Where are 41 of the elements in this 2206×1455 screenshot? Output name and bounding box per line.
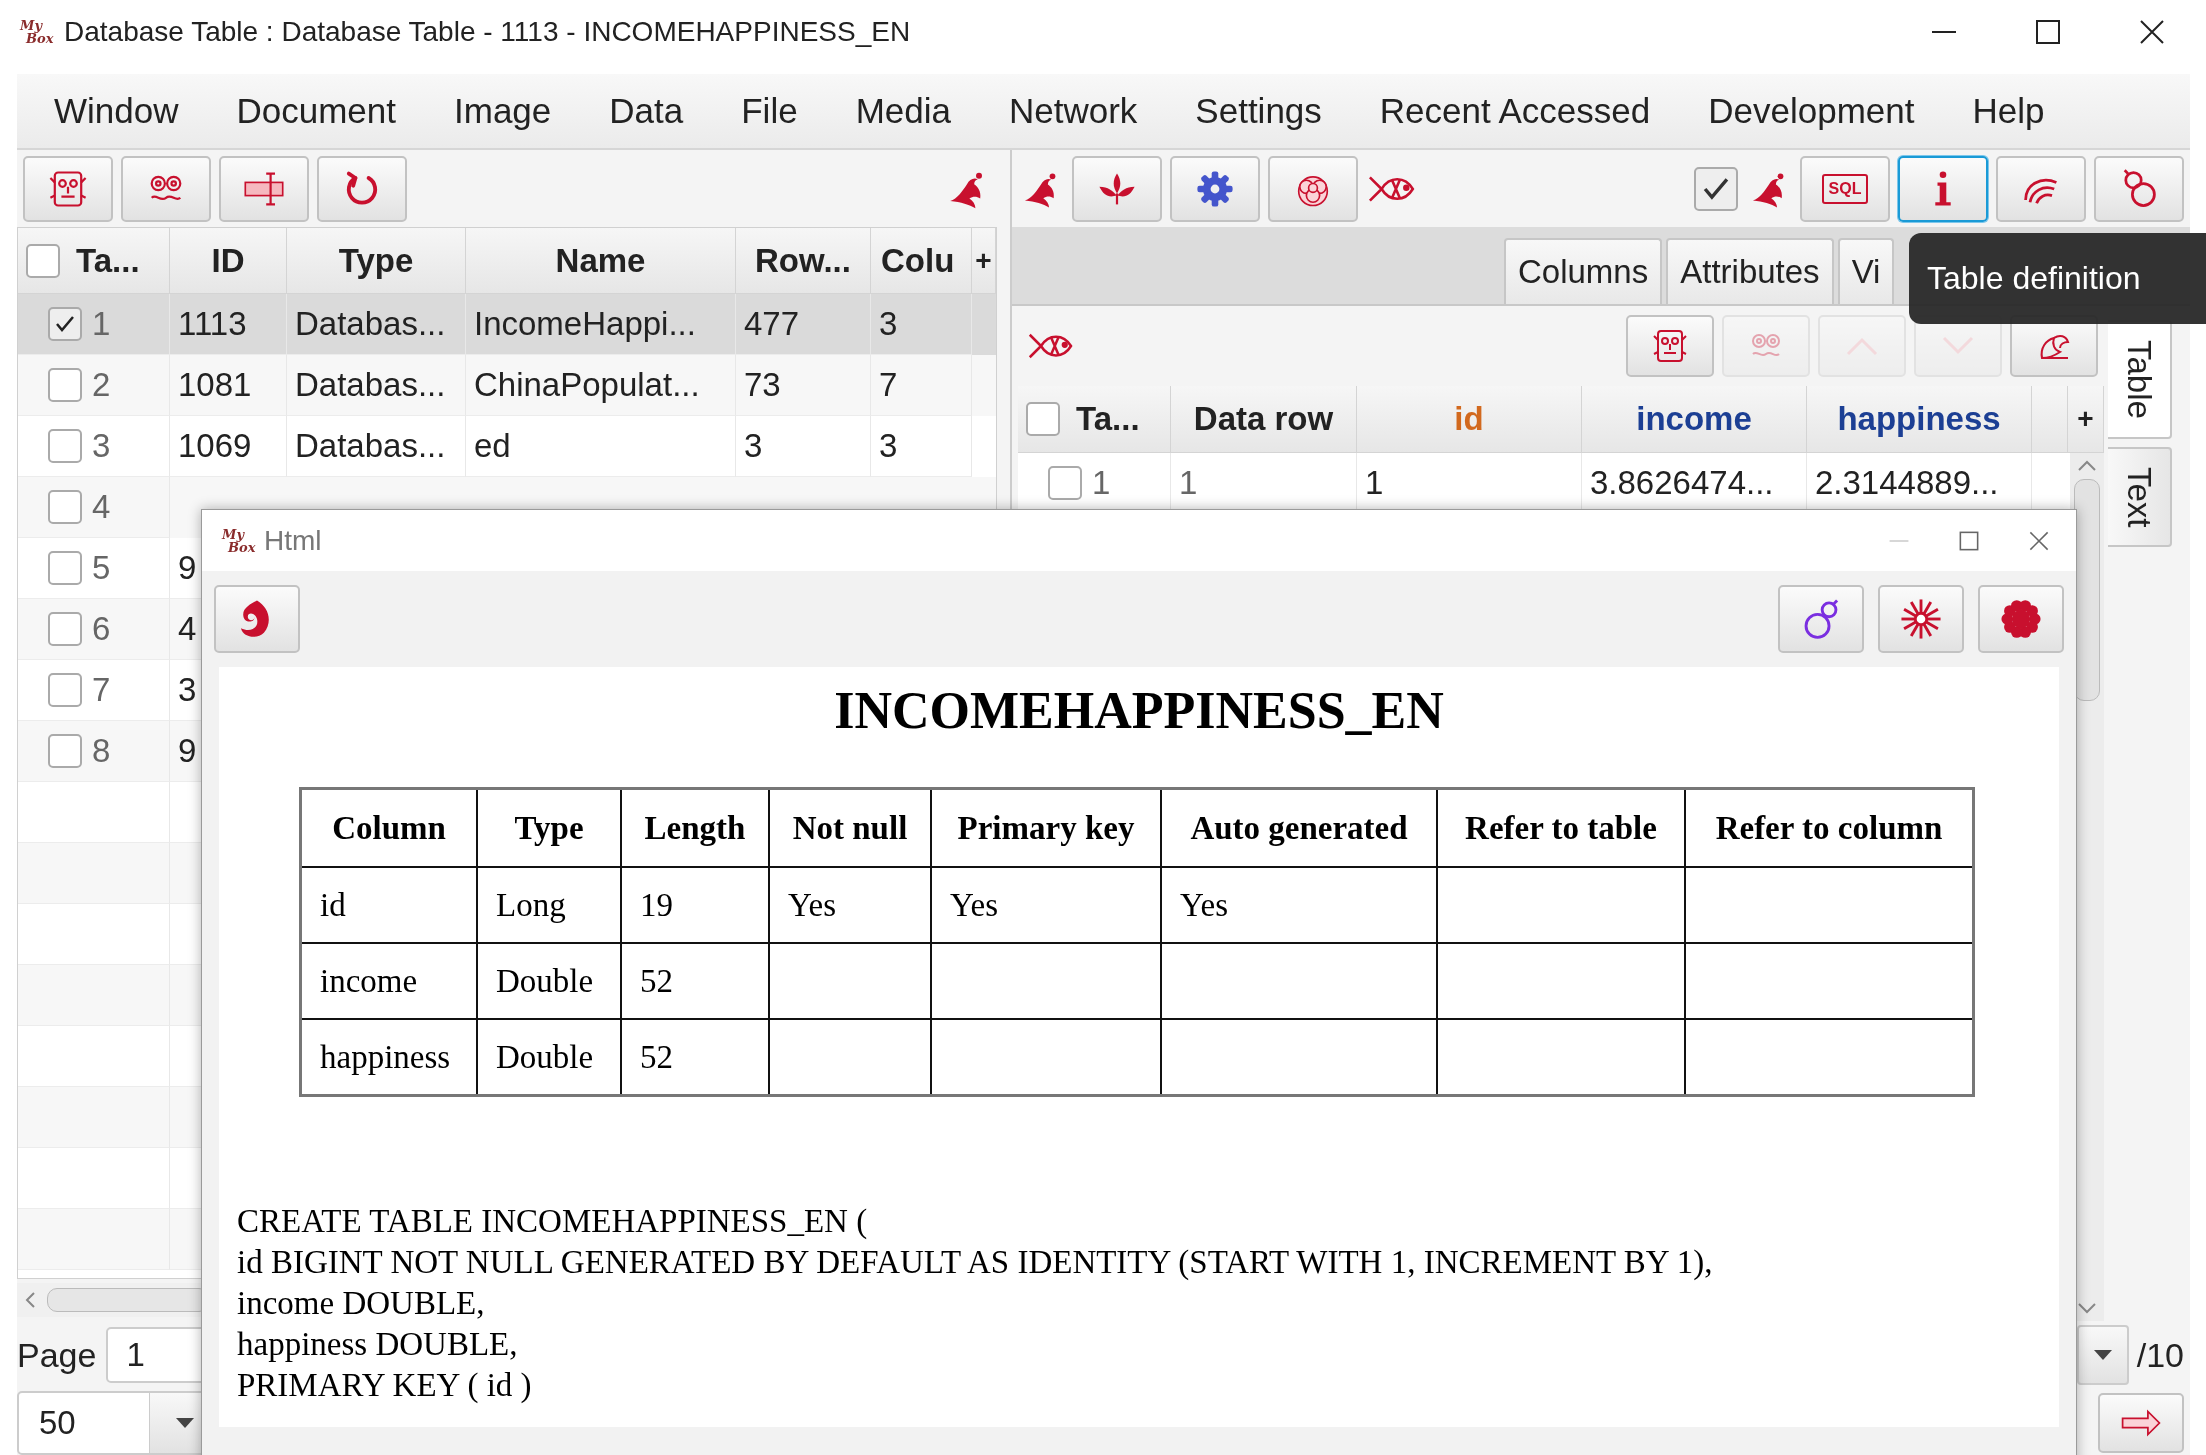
table-cell: 1081: [170, 355, 287, 416]
row-number: 2: [92, 366, 111, 404]
row-number: 1: [1092, 463, 1111, 502]
sql-line: CREATE TABLE INCOMEHAPPINESS_EN (: [237, 1202, 868, 1241]
table-cell: Double: [477, 943, 621, 1019]
app-logo: My Box: [20, 19, 54, 45]
column-header: Primary key: [931, 788, 1161, 867]
document-heading: INCOMEHAPPINESS_EN: [833, 681, 1445, 741]
sql-line: happiness DOUBLE,: [237, 1325, 518, 1364]
row-number: 8: [92, 732, 111, 770]
table-cell: 52: [621, 943, 769, 1019]
table-cell: Yes: [1161, 867, 1437, 943]
table-cell: ChinaPopulat...: [466, 355, 736, 416]
page-total: /10: [2136, 1335, 2184, 1375]
table-cell: 73: [736, 355, 871, 416]
page-label: Page: [17, 1335, 97, 1375]
column-header: Column: [300, 788, 477, 867]
column-header: Not null: [769, 788, 931, 867]
table-cell: id: [300, 867, 477, 943]
window-title: Database Table : Database Table - 1113 - INCOMEHAPPINESS_EN: [64, 16, 911, 48]
table-cell: Yes: [769, 867, 931, 943]
row-number: 1: [92, 305, 111, 343]
table-cell: 19: [621, 867, 769, 943]
row-number: 4: [92, 488, 111, 526]
column-header: Auto generated: [1161, 788, 1437, 867]
sql-line: income DOUBLE,: [237, 1284, 485, 1323]
sql-line: PRIMARY KEY ( id ): [237, 1366, 532, 1405]
tooltip: Table definition: [1909, 233, 2206, 324]
row-number: 7: [92, 671, 111, 709]
table-cell: 7: [871, 355, 972, 416]
table-cell: Databas...: [287, 355, 466, 416]
table-cell: Long: [477, 867, 621, 943]
column-header: Length: [621, 788, 769, 867]
column-header: Type: [477, 788, 621, 867]
sql-line: id BIGINT NOT NULL GENERATED BY DEFAULT AS IDENTITY (START WITH 1, INCREMENT BY 1),: [237, 1243, 1713, 1282]
row-number: 5: [92, 549, 111, 587]
table-cell: income: [300, 943, 477, 1019]
column-header: Refer to table: [1437, 788, 1685, 867]
row-number: 6: [92, 610, 111, 648]
table-cell: Yes: [931, 867, 1161, 943]
row-number: 3: [92, 427, 111, 465]
